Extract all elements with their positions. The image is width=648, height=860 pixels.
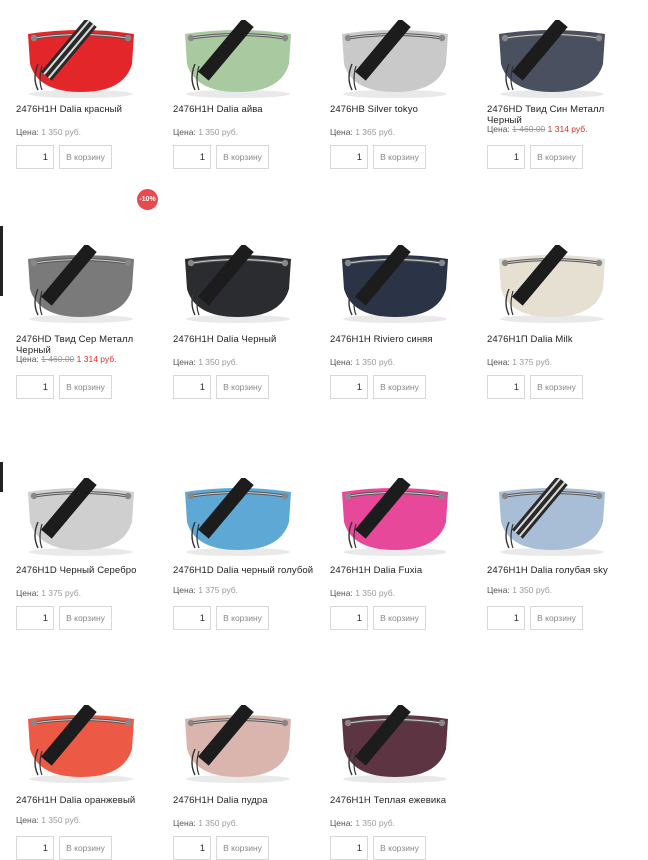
product-price: Цена: 1 350 руб.	[16, 815, 81, 825]
product-grid: -10% 2476H1H Dalia красный Цена: 1 350 ру…	[0, 0, 648, 860]
quantity-input[interactable]: 1	[173, 836, 211, 860]
quantity-input[interactable]: 1	[487, 606, 525, 630]
product-image[interactable]	[487, 478, 617, 558]
current-price: 1 350 руб.	[355, 818, 396, 828]
product-card: 2476H1H Dalia пудра Цена: 1 350 руб. 1 В ко…	[173, 0, 323, 860]
product-name-link[interactable]: 2476H1H Dalia голубая sky	[487, 565, 637, 576]
product-image[interactable]	[330, 705, 460, 785]
price-label: Цена:	[16, 815, 39, 825]
quantity-input[interactable]: 1	[16, 836, 54, 860]
product-name-link[interactable]: 2476H1H Dalia оранжевый	[16, 795, 166, 806]
add-to-cart-button[interactable]: В корзину	[59, 836, 112, 860]
add-to-cart-button[interactable]: В корзину	[373, 836, 426, 860]
current-price: 1 350 руб.	[198, 818, 239, 828]
product-card: 2476H1H Dalia оранжевый Цена: 1 350 руб. 1…	[16, 0, 166, 860]
current-price: 1 350 руб.	[41, 815, 82, 825]
product-image[interactable]	[16, 705, 146, 785]
quantity-input[interactable]: 1	[330, 836, 368, 860]
price-label: Цена:	[487, 585, 510, 595]
edge-divider	[0, 462, 3, 492]
product-price: Цена: 1 350 руб.	[487, 585, 552, 595]
product-price: Цена: 1 350 руб.	[173, 818, 238, 828]
product-card: 2476H1H Теплая ежевика Цена: 1 350 руб. 1 В…	[330, 0, 480, 860]
price-label: Цена:	[330, 818, 353, 828]
current-price: 1 350 руб.	[512, 585, 553, 595]
product-price: Цена: 1 350 руб.	[330, 818, 395, 828]
edge-divider	[0, 226, 3, 296]
product-name-link[interactable]: 2476H1H Теплая ежевика	[330, 795, 480, 806]
product-image[interactable]	[173, 705, 303, 785]
price-label: Цена:	[173, 818, 196, 828]
product-card: 2476H1H Dalia голубая sky Цена: 1 350 руб…	[487, 0, 637, 838]
add-to-cart-button[interactable]: В корзину	[530, 606, 583, 630]
product-name-link[interactable]: 2476H1H Dalia пудра	[173, 795, 323, 806]
add-to-cart-button[interactable]: В корзину	[216, 836, 269, 860]
